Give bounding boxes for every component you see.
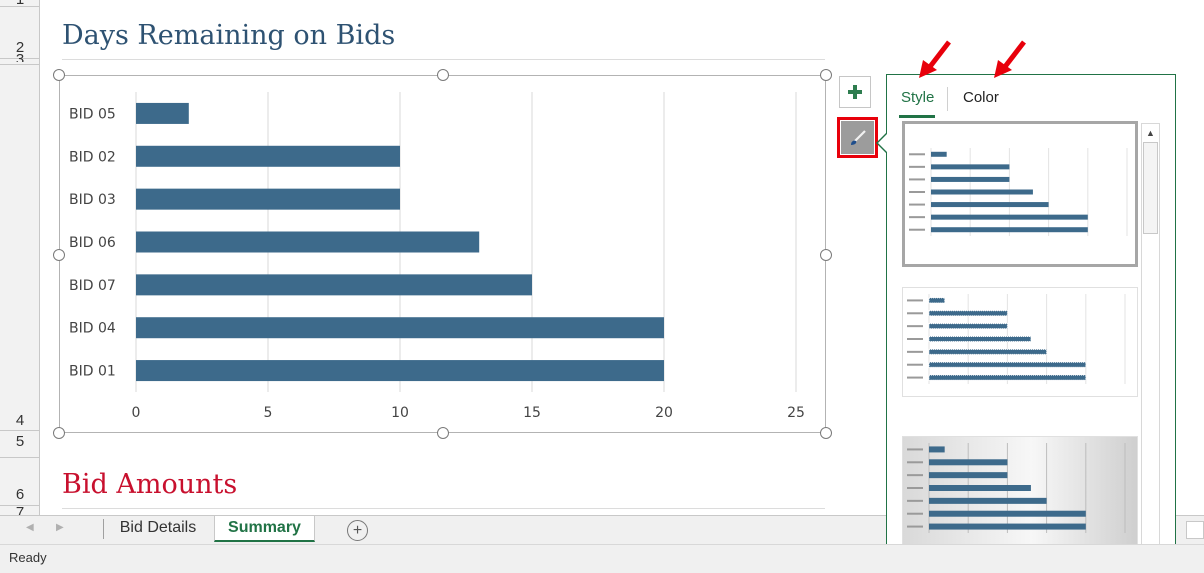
thumb-label-mark	[907, 299, 923, 302]
thumb-bar	[931, 227, 1088, 233]
chart-style-thumbnail-3[interactable]	[902, 436, 1138, 546]
thumb-label-mark	[907, 312, 923, 315]
row-divider	[0, 64, 40, 65]
row-divider	[0, 457, 40, 458]
thumb-label-mark	[909, 203, 925, 206]
thumb-bar	[929, 459, 1008, 466]
style-preview-3	[907, 443, 1126, 533]
thumb-label-mark	[907, 474, 923, 477]
resize-handle-bottom-left[interactable]	[53, 427, 65, 439]
row-number-6[interactable]: 6	[0, 487, 40, 503]
thumb-bar	[931, 214, 1088, 220]
chart-styles-button-face	[841, 121, 874, 154]
section-heading: Bid Amounts	[62, 469, 238, 500]
thumb-bar	[929, 510, 1086, 517]
plus-icon	[848, 85, 862, 99]
thumb-bar	[928, 336, 1032, 342]
row-number-1[interactable]: 1	[0, 0, 40, 8]
thumb-label-mark	[909, 228, 925, 231]
thumb-label-mark	[907, 525, 923, 528]
resize-handle-bottom[interactable]	[437, 427, 449, 439]
pane-pointer-fill	[878, 134, 887, 152]
thumb-bar	[929, 446, 945, 453]
thumb-label-mark	[907, 499, 923, 502]
row-number-7[interactable]: 7	[0, 505, 40, 515]
annotation-arrow-icon	[994, 40, 1026, 78]
thumb-label-mark	[909, 165, 925, 168]
resize-handle-top[interactable]	[437, 69, 449, 81]
thumb-bar	[928, 297, 946, 304]
thumb-label-mark	[909, 153, 925, 156]
pane-scrollbar[interactable]: ▲ ▼	[1141, 123, 1160, 562]
chart-styles-button[interactable]	[837, 117, 878, 158]
chart-elements-button[interactable]	[839, 76, 871, 108]
tab-color[interactable]: Color	[963, 89, 999, 106]
chart-area[interactable]	[59, 75, 826, 433]
sheet-tab-divider	[103, 519, 104, 539]
thumb-label-mark	[907, 512, 923, 515]
thumb-label-mark	[907, 448, 923, 451]
tab-separator	[947, 87, 948, 111]
resize-handle-left[interactable]	[53, 249, 65, 261]
thumb-label-mark	[907, 338, 923, 340]
add-sheet-icon[interactable]: +	[347, 520, 368, 541]
heading-underline	[62, 59, 825, 60]
thumb-bar	[929, 472, 1008, 479]
style-preview-2	[907, 294, 1126, 384]
horizontal-scrollbar[interactable]	[1186, 521, 1204, 539]
sheet-tab-bid-details[interactable]: Bid Details	[106, 516, 210, 542]
thumb-bar	[931, 151, 947, 157]
scroll-up-icon[interactable]: ▲	[1142, 124, 1159, 141]
next-sheet-icon[interactable]: ▶	[56, 522, 64, 533]
thumb-label-mark	[909, 216, 925, 219]
thumb-label-mark	[909, 178, 925, 181]
thumb-bar	[928, 361, 1087, 368]
prev-sheet-icon[interactable]: ◀	[26, 522, 34, 533]
heading-underline	[62, 508, 825, 509]
thumb-bar	[931, 164, 1010, 170]
annotation-arrow-icon	[919, 40, 951, 78]
tab-style[interactable]: Style	[901, 89, 934, 106]
thumb-label-mark	[907, 363, 923, 366]
paintbrush-icon	[850, 129, 866, 145]
status-text: Ready	[9, 550, 47, 565]
row-headers: 1 2 3 4 5 6 7	[0, 0, 40, 515]
thumb-bar	[928, 310, 1008, 317]
thumb-bar	[928, 348, 1048, 355]
status-bar	[0, 544, 1204, 573]
thumb-bar	[928, 323, 1008, 330]
resize-handle-right[interactable]	[820, 249, 832, 261]
thumb-label-mark	[907, 350, 923, 353]
thumb-label-mark	[907, 461, 923, 464]
resize-handle-top-right[interactable]	[820, 69, 832, 81]
resize-handle-top-left[interactable]	[53, 69, 65, 81]
row-number-5[interactable]: 5	[0, 434, 40, 450]
row-divider	[0, 430, 40, 431]
thumb-label-mark	[907, 376, 923, 379]
thumb-label-mark	[907, 487, 923, 489]
thumb-bar	[929, 497, 1047, 504]
resize-handle-bottom-right[interactable]	[820, 427, 832, 439]
sheet-tab-summary[interactable]: Summary	[214, 516, 315, 542]
chart-style-thumbnail-1[interactable]	[902, 121, 1138, 267]
scrollbar-thumb[interactable]	[1143, 142, 1158, 234]
thumb-bar	[931, 189, 1033, 195]
thumb-label-mark	[907, 325, 923, 328]
thumb-bar	[931, 202, 1049, 208]
thumb-bar	[929, 523, 1086, 530]
thumb-label-mark	[909, 191, 925, 193]
row-number-4[interactable]: 4	[0, 413, 40, 429]
thumb-bar	[929, 485, 1031, 491]
thumb-bar	[931, 176, 1010, 182]
chart-heading: Days Remaining on Bids	[62, 20, 396, 51]
chart-style-thumbnail-2[interactable]	[902, 287, 1138, 397]
active-tab-indicator	[899, 115, 935, 118]
style-preview-1	[909, 148, 1128, 236]
thumb-bar	[928, 374, 1087, 381]
row-number-3[interactable]: 3	[0, 52, 40, 62]
